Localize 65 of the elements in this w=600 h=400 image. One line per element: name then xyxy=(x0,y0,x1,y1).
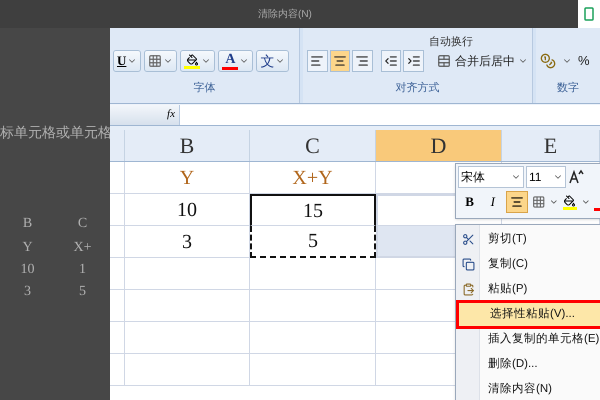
formula-input[interactable] xyxy=(180,104,600,124)
underline-button[interactable]: U xyxy=(113,50,142,72)
border-icon[interactable] xyxy=(532,195,546,209)
column-header[interactable]: B xyxy=(125,130,250,161)
border-icon xyxy=(148,54,162,68)
column-header[interactable]: D xyxy=(376,130,502,161)
menu-item[interactable]: 清除内容(N) xyxy=(456,377,600,400)
column-header: B xyxy=(22,215,34,233)
sheet-cell: X+Y xyxy=(250,162,376,194)
size-dropdown[interactable]: 11 xyxy=(526,166,566,188)
align-center-icon xyxy=(332,54,347,68)
menu-text: 清除内容(N) xyxy=(258,8,312,22)
menu-item[interactable]: 粘贴(P) xyxy=(456,277,600,302)
font-dropdown[interactable]: 宋体 xyxy=(458,166,524,188)
sheet-cell: Y xyxy=(125,162,250,194)
merge-cells-icon xyxy=(436,54,452,68)
function-label: fx xyxy=(167,107,175,122)
column-header[interactable]: E xyxy=(502,130,600,161)
grow-font-icon[interactable] xyxy=(568,169,584,185)
scissors-icon xyxy=(462,233,474,246)
sheet-cell: 3 xyxy=(125,226,250,258)
align-indent-icon xyxy=(406,54,421,68)
cell-text: 10 xyxy=(20,261,36,279)
sheet-cell: 10 xyxy=(125,194,250,226)
align-center-button[interactable] xyxy=(330,50,350,72)
group-label: 字体 xyxy=(194,80,216,96)
percent-button[interactable]: % xyxy=(578,51,590,71)
align-indent-button[interactable] xyxy=(403,50,424,72)
align-left-icon xyxy=(310,54,324,68)
tablet-icon xyxy=(584,7,594,21)
row-header xyxy=(110,194,125,226)
align-center-icon xyxy=(510,195,524,209)
bold-button[interactable]: B xyxy=(460,191,480,213)
align-right-icon xyxy=(355,54,370,68)
align-left-button[interactable] xyxy=(307,50,328,72)
cell-text: Y xyxy=(21,239,34,257)
menu-item[interactable]: 插入复制的单元格(E) xyxy=(456,327,600,352)
align-outdent-icon xyxy=(384,54,398,68)
fill-color-icon xyxy=(186,54,199,66)
group-label: 数字 xyxy=(557,80,579,96)
fill-button[interactable] xyxy=(180,50,216,72)
merge-center-button[interactable]: 合并后居中 xyxy=(436,50,528,72)
italic-button[interactable]: I xyxy=(483,191,502,213)
cell-text: 5 xyxy=(78,283,87,301)
currency-icon[interactable] xyxy=(540,53,556,69)
row-header xyxy=(110,226,125,258)
menu-item[interactable]: 剪切(T) xyxy=(456,227,600,252)
menu-item[interactable]: 选择性粘贴(V)... xyxy=(458,302,600,327)
group-label: 对齐方式 xyxy=(396,80,440,96)
column-header: C xyxy=(76,215,88,233)
cell-text: X+ xyxy=(72,239,92,257)
phonetic-button[interactable]: 文 xyxy=(256,50,290,72)
align-outdent-button[interactable] xyxy=(380,50,402,72)
menu-item[interactable]: 删除(D)... xyxy=(456,352,600,377)
cell-text: 1 xyxy=(78,261,87,279)
copy-icon xyxy=(462,258,474,271)
fill-color-icon[interactable] xyxy=(562,194,577,210)
center-align-button[interactable] xyxy=(506,191,528,213)
align-right-button[interactable] xyxy=(352,50,373,72)
instruction-text: 标单元格或单元格 xyxy=(0,123,110,142)
menu-item[interactable]: 复制(C) xyxy=(456,252,600,277)
wrap-text-button[interactable]: 自动换行 xyxy=(429,36,473,48)
cell-text: 3 xyxy=(23,283,32,301)
border-button[interactable] xyxy=(144,50,178,72)
paste-icon xyxy=(462,283,474,296)
